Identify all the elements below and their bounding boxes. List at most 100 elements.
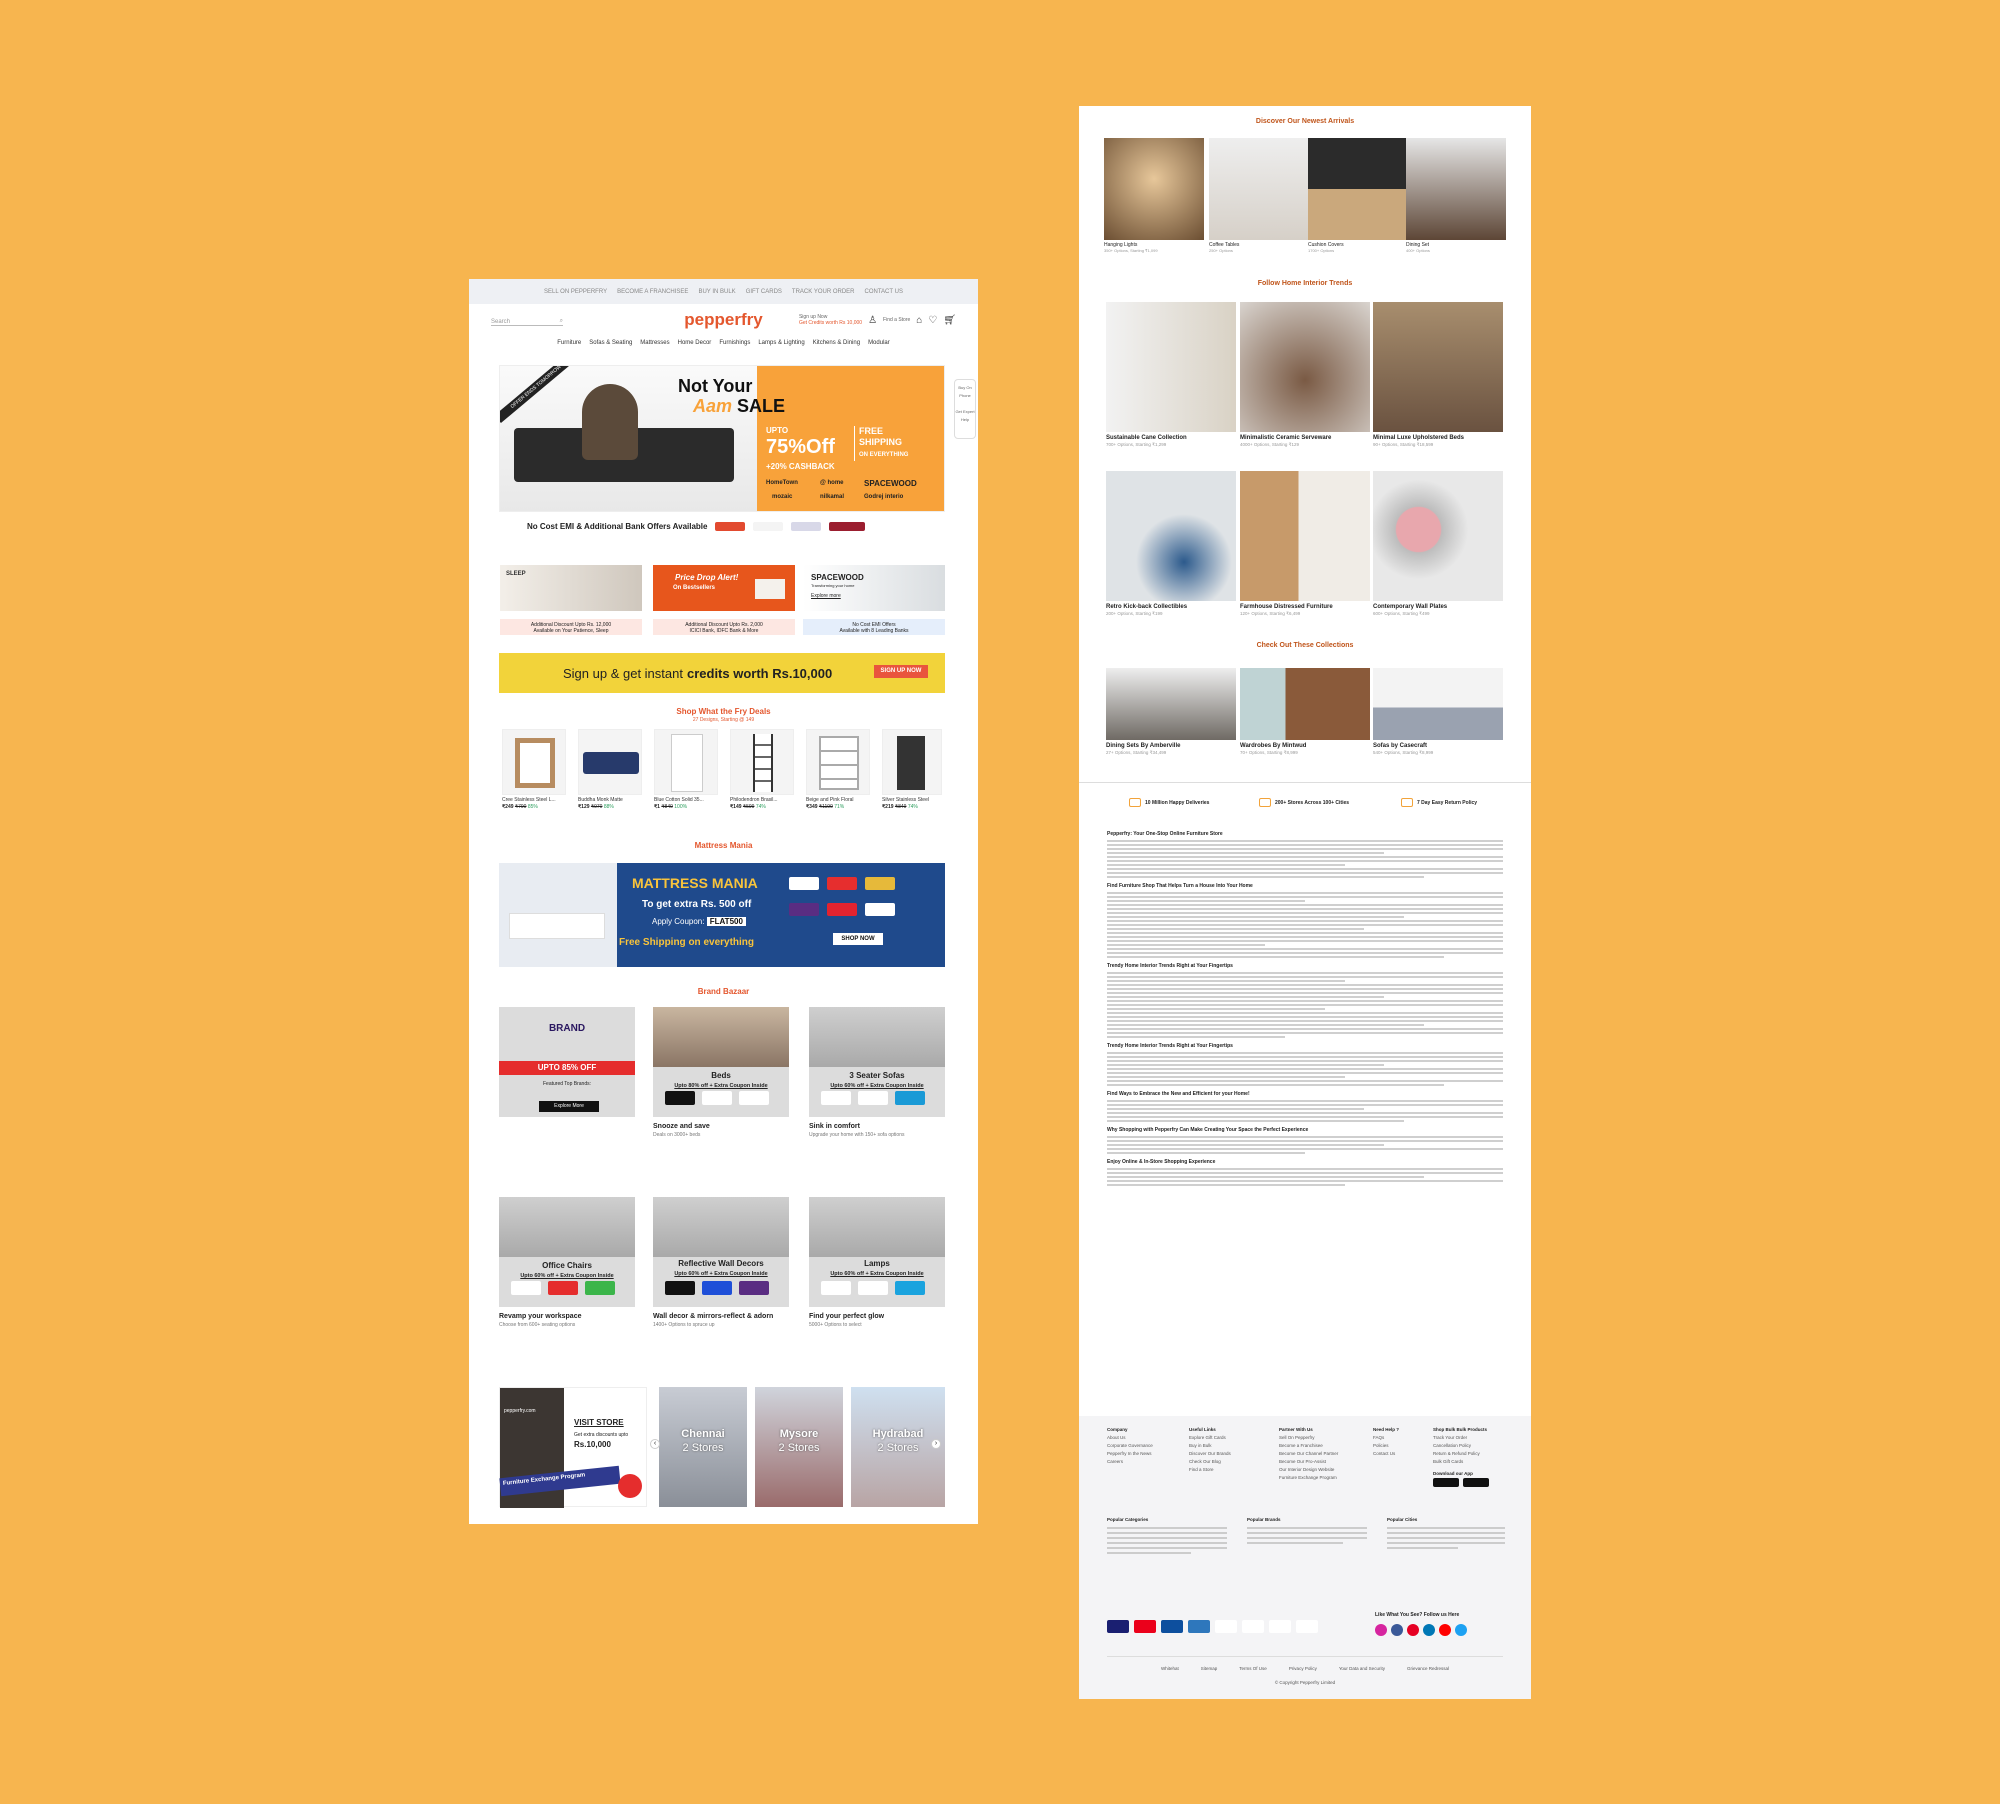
topbar-link[interactable]: BUY IN BULK (698, 289, 735, 295)
trend-card[interactable]: Minimalistic Ceramic Serveware 4000+ Opti… (1240, 302, 1370, 462)
nav-item[interactable]: Modular (868, 340, 890, 346)
footer-link[interactable]: About Us (1107, 1435, 1126, 1440)
visit-store-card[interactable]: pepperfry.com VISIT STORE Get extra disc… (499, 1387, 647, 1508)
nav-item[interactable]: Sofas & Seating (589, 340, 632, 346)
footer-link[interactable]: Check Our Blog (1189, 1459, 1221, 1464)
trend-card[interactable]: Minimal Luxe Upholstered Beds 90+ Options… (1373, 302, 1503, 462)
footer-link[interactable]: Become Our Pro-Assist (1279, 1459, 1326, 1464)
arrival-card[interactable]: Hanging Lights 350+ Options, Starting ₹1,… (1104, 138, 1204, 253)
footer-link[interactable]: Cancellation Policy (1433, 1443, 1471, 1448)
user-icon[interactable]: ♙ (868, 315, 877, 326)
footer-link[interactable]: Track Your Order (1433, 1435, 1467, 1440)
heart-icon[interactable]: ♡ (928, 315, 937, 326)
trend-card[interactable]: Farmhouse Distressed Furniture 120+ Optio… (1240, 471, 1370, 631)
facebook-icon[interactable] (1391, 1624, 1403, 1636)
footer-link[interactable]: Pepperfry In the News (1107, 1451, 1152, 1456)
nav-item[interactable]: Home Decor (678, 340, 712, 346)
topbar-link[interactable]: BECOME A FRANCHISEE (617, 289, 688, 295)
footer-link[interactable]: Discover Our Brands (1189, 1451, 1231, 1456)
footer-link[interactable]: Corporate Governance (1107, 1443, 1153, 1448)
footer-link[interactable]: Careers (1107, 1459, 1123, 1464)
linkedin-icon[interactable] (1423, 1624, 1435, 1636)
pepperfry-logo[interactable]: pepperfry (684, 310, 762, 330)
city-store-card[interactable]: Chennai 2 Stores (659, 1387, 747, 1507)
cart-icon[interactable]: 🛒︎ (943, 315, 956, 326)
emi-strip[interactable]: No Cost EMI & Additional Bank Offers Ava… (499, 515, 945, 537)
deal-card[interactable]: Cree Stainless Steel L... ₹249 ₹790 85% (502, 729, 566, 814)
footer-bottom-link[interactable]: Grievance Redressal (1407, 1666, 1449, 1671)
chevron-left-icon[interactable]: ‹ (650, 1439, 660, 1449)
footer-link[interactable]: Sell On Pepperfry (1279, 1435, 1315, 1440)
footer-link[interactable]: Furniture Exchange Program (1279, 1475, 1337, 1480)
trend-card[interactable]: Sustainable Cane Collection 700+ Options,… (1106, 302, 1236, 462)
footer-bottom-link[interactable]: Terms Of Use (1239, 1666, 1267, 1671)
pinterest-icon[interactable] (1407, 1624, 1419, 1636)
hero-banner[interactable]: OFFER ENDS TOMORROW Not Your Aam SALE UP… (499, 365, 945, 512)
arrival-card[interactable]: Dining Set 400+ Options (1406, 138, 1506, 253)
footer-link[interactable]: Return & Refund Policy (1433, 1451, 1480, 1456)
side-expert-help[interactable]: Get Expert Help (955, 409, 974, 422)
footer-link[interactable]: FAQs (1373, 1435, 1384, 1440)
brand-bazaar-card[interactable]: 3 Seater Sofas Upto 60% off + Extra Coupo… (809, 1007, 945, 1155)
topbar-link[interactable]: TRACK YOUR ORDER (792, 289, 855, 295)
floating-side-widget[interactable]: Buy On Phone Get Expert Help (954, 379, 976, 439)
topbar-link[interactable]: GIFT CARDS (746, 289, 782, 295)
promo-tile-sleep[interactable]: SLEEP (500, 565, 642, 611)
city-store-card[interactable]: Hydrabad 2 Stores (851, 1387, 945, 1507)
footer-bottom-link[interactable]: Sitemap (1201, 1666, 1218, 1671)
deal-card[interactable]: Silver Stainless Steel ₹219 ₹849 74% (882, 729, 942, 814)
collection-card[interactable]: Dining Sets By Amberville 27+ Options, St… (1106, 668, 1236, 768)
footer-link[interactable]: Find a Store (1189, 1467, 1214, 1472)
explore-more-button[interactable]: Explore More (539, 1101, 599, 1112)
store-icon[interactable]: ⌂ (916, 315, 922, 326)
mm-shop-now-button[interactable]: SHOP NOW (833, 933, 883, 945)
trend-card[interactable]: Retro Kick-back Collectibles 200+ Options… (1106, 471, 1236, 631)
search-input[interactable]: Search ⌕ (491, 314, 563, 326)
promo-tile-spacewood[interactable]: SPACEWOOD Transforming your home Explore m… (803, 565, 945, 611)
search-icon[interactable]: ⌕ (560, 318, 563, 325)
signup-credits-banner[interactable]: Sign up & get instant credits worth Rs.10… (499, 653, 945, 693)
city-store-card[interactable]: Mysore 2 Stores (755, 1387, 843, 1507)
footer-link[interactable]: Buy in Bulk (1189, 1443, 1212, 1448)
footer-link[interactable]: Become a Franchisee (1279, 1443, 1323, 1448)
nav-item[interactable]: Furniture (557, 340, 581, 346)
promo-tile-price-drop[interactable]: Price Drop Alert! On Bestsellers (653, 565, 795, 611)
arrival-card[interactable]: Cushion Covers 1700+ Options (1308, 138, 1408, 253)
brand-bazaar-card[interactable]: BRAND UPTO 85% OFF Featured Top Brands: Exp… (499, 1007, 635, 1155)
footer-link[interactable]: Policies (1373, 1443, 1389, 1448)
tile-cta[interactable]: Explore more (811, 593, 841, 599)
footer-link[interactable]: Our Interior Design Website (1279, 1467, 1334, 1472)
deal-card[interactable]: Beige and Pink Floral ₹349 ₹1199 71% (806, 729, 870, 814)
footer-bottom-link[interactable]: Privacy Policy (1289, 1666, 1317, 1671)
brand-bazaar-card[interactable]: Reflective Wall Decors Upto 60% off + Ext… (653, 1197, 789, 1345)
footer-link[interactable]: Become Our Channel Partner (1279, 1451, 1338, 1456)
visit-store-link[interactable]: VISIT STORE (574, 1418, 624, 1427)
nav-item[interactable]: Furnishings (719, 340, 750, 346)
brand-bazaar-card[interactable]: Lamps Upto 60% off + Extra Coupon Inside F… (809, 1197, 945, 1345)
nav-item[interactable]: Mattresses (640, 340, 669, 346)
nav-item[interactable]: Kitchens & Dining (813, 340, 860, 346)
signup-now-button[interactable]: SIGN UP NOW (874, 665, 928, 678)
brand-bazaar-card[interactable]: Beds Upto 80% off + Extra Coupon Inside Sn… (653, 1007, 789, 1155)
arrival-card[interactable]: Coffee Tables 250+ Options (1209, 138, 1309, 253)
collection-card[interactable]: Sofas by Casecraft 540+ Options, Starting… (1373, 668, 1503, 768)
mattress-mania-banner[interactable]: MATTRESS MANIA To get extra Rs. 500 off … (499, 863, 945, 967)
app-store-badge[interactable] (1433, 1478, 1459, 1487)
collection-card[interactable]: Wardrobes By Mintwud 70+ Options, Startin… (1240, 668, 1370, 768)
instagram-icon[interactable] (1375, 1624, 1387, 1636)
deal-card[interactable]: Buddha Monk Matte ₹129 ₹970 88% (578, 729, 642, 814)
topbar-link[interactable]: SELL ON PEPPERFRY (544, 289, 607, 295)
deal-card[interactable]: Blue Cotton Solid 35... ₹1 ₹849 100% (654, 729, 718, 814)
topbar-link[interactable]: CONTACT US (865, 289, 903, 295)
footer-link[interactable]: Contact Us (1373, 1451, 1395, 1456)
footer-link[interactable]: Bulk Gift Cards (1433, 1459, 1463, 1464)
nav-item[interactable]: Lamps & Lighting (758, 340, 804, 346)
find-store-label[interactable]: Find a Store (883, 317, 910, 323)
trend-card[interactable]: Contemporary Wall Plates 600+ Options, St… (1373, 471, 1503, 631)
footer-bottom-link[interactable]: Your Data and Security (1339, 1666, 1385, 1671)
youtube-icon[interactable] (1439, 1624, 1451, 1636)
footer-bottom-link[interactable]: Whitehat (1161, 1666, 1179, 1671)
footer-link[interactable]: Explore Gift Cards (1189, 1435, 1226, 1440)
twitter-icon[interactable] (1455, 1624, 1467, 1636)
deal-card[interactable]: Philodendron Brasil... ₹149 ₹599 74% (730, 729, 794, 814)
